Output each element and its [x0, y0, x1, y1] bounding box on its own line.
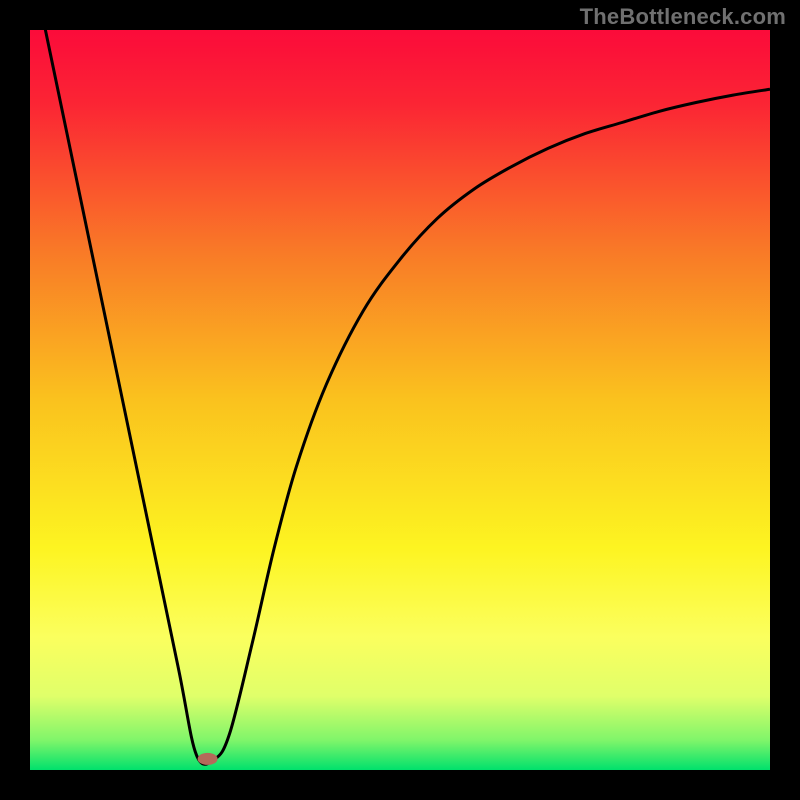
chart-frame: TheBottleneck.com	[0, 0, 800, 800]
plot-background	[30, 30, 770, 770]
bottleneck-chart	[0, 0, 800, 800]
optimal-point-marker	[198, 753, 218, 765]
